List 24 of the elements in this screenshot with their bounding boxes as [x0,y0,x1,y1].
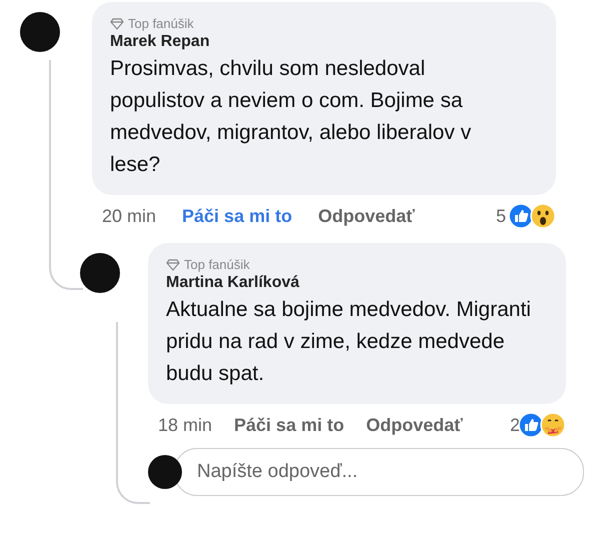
like-link[interactable]: Páči sa mi to [234,414,344,436]
comment-text: Aktualne sa bojime medvedov. Migranti pridu na rad v zime, kedze medvede budu spat. [166,297,531,387]
reply-link[interactable]: Odpovedať [366,414,463,436]
hug-reaction-icon [540,412,566,438]
author-name[interactable]: Marek Repan [110,33,540,51]
badge-label: Top fanúšik [128,16,194,31]
reaction-count: 2 [510,414,520,436]
comment-text: Prosimvas, chvilu som nesledoval populistov a neviem o com. Bojime sa medvedov, migrantov, alebo liberalov v lese? [110,56,472,178]
like-link[interactable]: Páči sa mi to [182,206,292,226]
like-reaction-icon [508,203,534,229]
reply-link[interactable]: Odpovedať [318,206,415,226]
avatar[interactable] [148,455,182,489]
diamond-icon [166,258,180,270]
badge-label: Top fanúšik [184,257,250,272]
avatar[interactable] [80,253,120,293]
like-reaction-icon [518,412,544,438]
timestamp: 20 min [102,206,156,226]
reply-field[interactable]: Napíšte odpoveď... [174,448,584,496]
reaction-count: 5 [496,206,506,226]
avatar[interactable] [20,12,60,52]
author-name[interactable]: Martina Karlíková [166,274,550,292]
diamond-icon [110,18,124,30]
timestamp: 18 min [158,414,212,436]
wow-reaction-icon [530,203,556,229]
